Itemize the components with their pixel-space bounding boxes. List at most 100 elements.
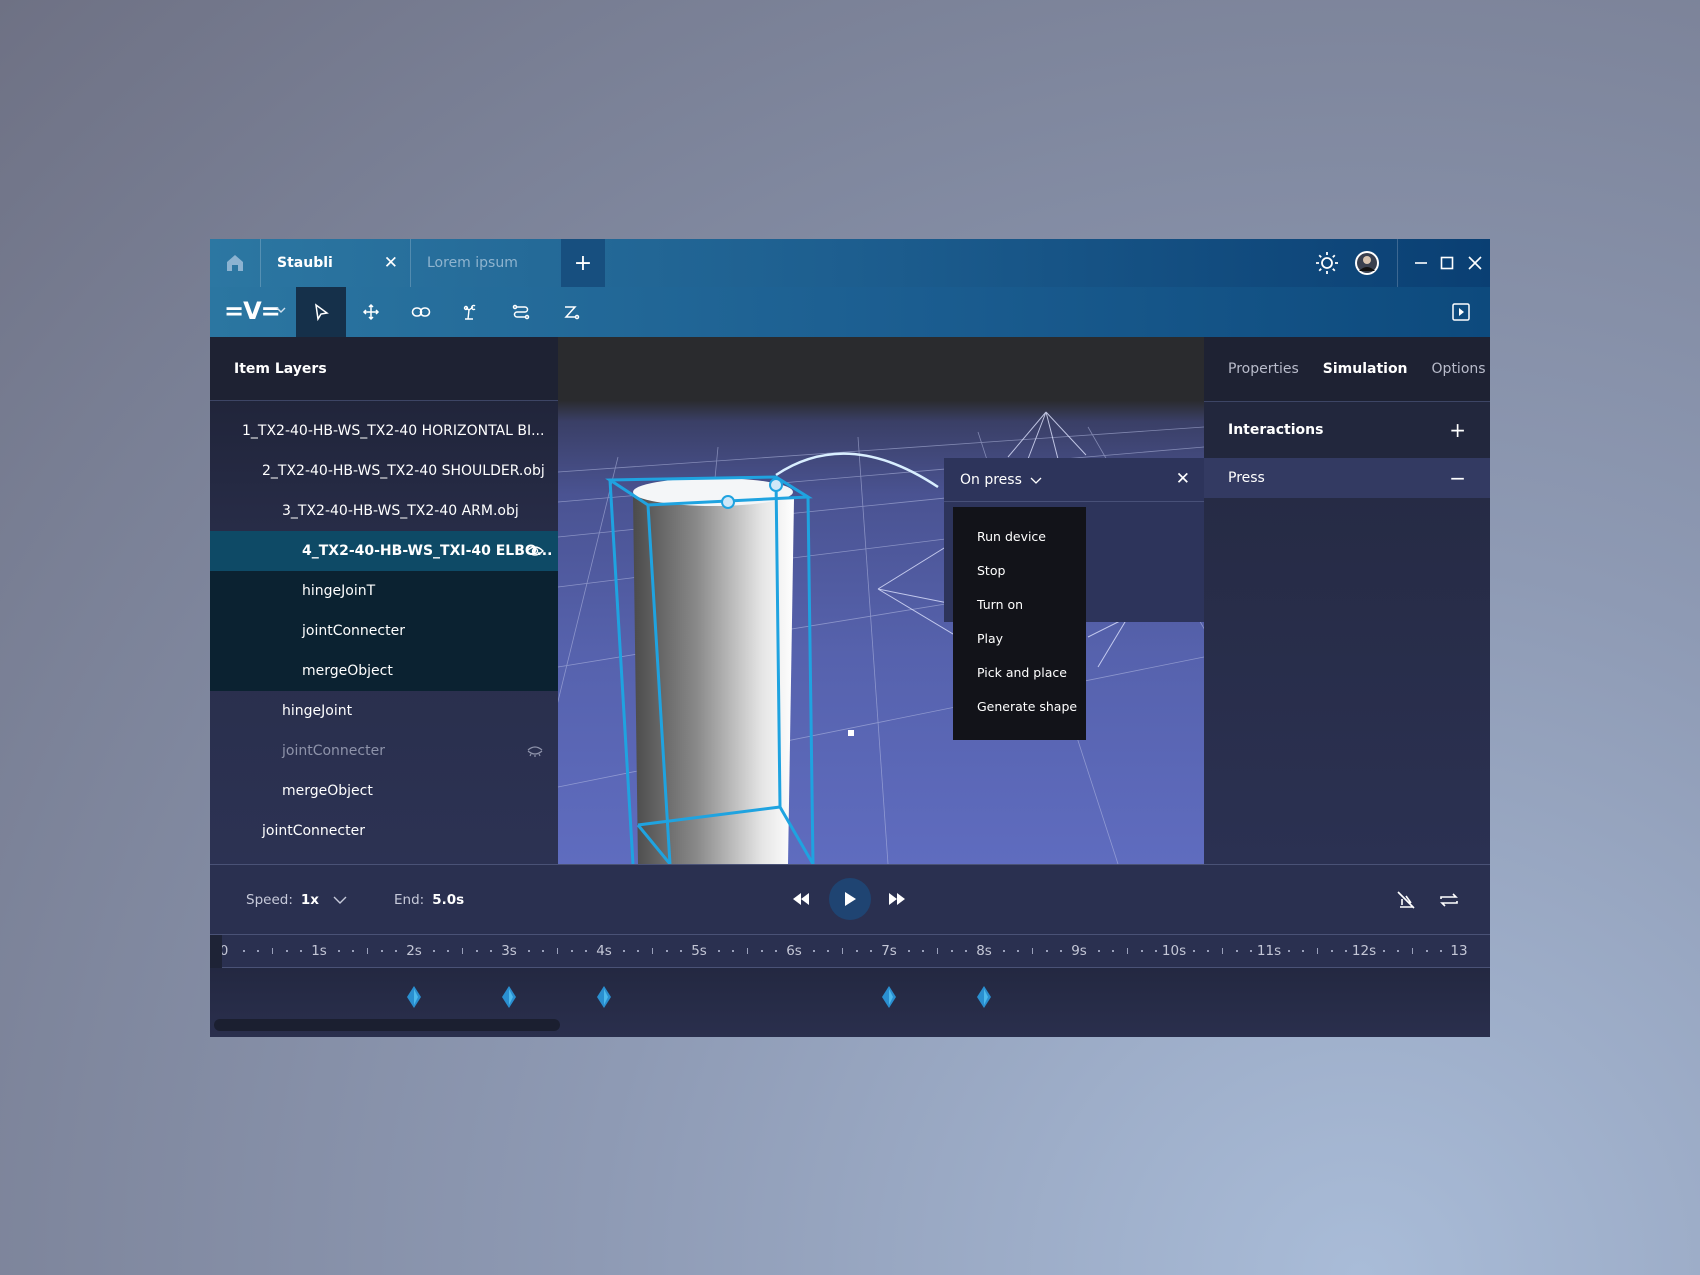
ruler-tick xyxy=(1440,950,1442,952)
layer-item[interactable]: jointConnecter xyxy=(210,811,558,851)
menu-item[interactable]: Turn on xyxy=(953,587,1086,621)
ruler-tick xyxy=(1221,948,1223,954)
layer-label: 2_TX2-40-HB-WS_TX2-40 SHOULDER.obj xyxy=(262,463,545,479)
layer-item[interactable]: 1_TX2-40-HB-WS_TX2-40 HORIZONTAL BI... xyxy=(210,411,558,451)
play-button[interactable] xyxy=(829,878,871,920)
ruler-tick xyxy=(1193,950,1195,952)
disable-recording-icon[interactable] xyxy=(1396,890,1416,910)
layer-label: jointConnecter xyxy=(262,823,365,839)
speed-label: Speed: xyxy=(246,892,293,908)
menu-item[interactable]: Generate shape xyxy=(953,689,1086,723)
ruler-tick xyxy=(718,950,720,952)
end-label: End: xyxy=(394,892,425,908)
timeline-scrollbar[interactable] xyxy=(214,1019,560,1031)
keyframe-marker[interactable] xyxy=(977,986,991,1008)
ruler-tick xyxy=(1235,950,1238,952)
ruler-tick xyxy=(528,950,530,952)
eye-closed-icon[interactable] xyxy=(526,742,544,764)
time-label: 7s xyxy=(881,943,897,959)
sun-icon[interactable] xyxy=(1307,239,1347,287)
layer-label: jointConnecter xyxy=(282,743,385,759)
tab-lorem-ipsum[interactable]: Lorem ipsum xyxy=(411,239,561,287)
play-square-icon[interactable] xyxy=(1452,303,1470,321)
link-tool-button[interactable] xyxy=(396,287,446,337)
close-icon[interactable] xyxy=(1460,239,1490,287)
home-tab[interactable] xyxy=(210,239,261,287)
time-label: 13 xyxy=(1450,943,1468,959)
user-avatar[interactable] xyxy=(1347,239,1387,287)
ruler-tick xyxy=(936,948,938,954)
path-tool-button[interactable] xyxy=(496,287,546,337)
add-interaction-icon[interactable]: + xyxy=(1449,418,1466,442)
layer-item[interactable]: jointConnecter xyxy=(210,731,558,771)
logo-menu-chevron-icon[interactable] xyxy=(276,305,286,315)
ruler-tick xyxy=(1345,950,1347,952)
toolbar: =V= xyxy=(210,287,1490,337)
end-time[interactable]: End: 5.0s xyxy=(394,865,464,935)
ruler-tick xyxy=(680,950,682,952)
ruler-tick xyxy=(841,948,843,954)
eye-icon[interactable] xyxy=(526,542,544,564)
menu-item[interactable]: Stop xyxy=(953,553,1086,587)
loop-icon[interactable] xyxy=(1438,891,1460,909)
close-tab-icon[interactable]: ✕ xyxy=(384,253,398,273)
timeline-ruler[interactable]: 0 1s 2s 3s 4s 5s 6s 7s 8s 9s 10s 11s 12s 13 xyxy=(210,935,1490,968)
rewind-icon[interactable] xyxy=(792,892,810,906)
ruler-tick xyxy=(352,950,355,952)
ruler-tick xyxy=(257,950,260,952)
app-logo: =V= xyxy=(224,297,281,325)
interaction-item[interactable]: Press − xyxy=(1204,458,1490,498)
layer-item[interactable]: mergeObject xyxy=(210,651,558,691)
menu-item[interactable]: Play xyxy=(953,621,1086,655)
ruler-tick xyxy=(746,948,748,954)
ruler-tick xyxy=(623,950,625,952)
tab-simulation[interactable]: Simulation xyxy=(1323,361,1408,377)
close-popup-icon[interactable]: ✕ xyxy=(1176,469,1190,489)
keyframe-marker[interactable] xyxy=(882,986,896,1008)
speed-control[interactable]: Speed: 1x xyxy=(246,865,347,935)
layer-item[interactable]: 3_TX2-40-HB-WS_TX2-40 ARM.obj xyxy=(210,491,558,531)
3d-viewport[interactable]: On press ✕ Run device Stop Turn on Play Pick… xyxy=(558,337,1204,864)
keyframe-marker[interactable] xyxy=(597,986,611,1008)
minimize-icon[interactable] xyxy=(1408,239,1434,287)
trigger-dropdown[interactable]: On press xyxy=(944,458,1204,502)
remove-interaction-icon[interactable]: − xyxy=(1449,466,1466,490)
add-tab-button[interactable]: + xyxy=(561,239,605,287)
layer-item[interactable]: jointConnecter xyxy=(210,611,558,651)
layer-item[interactable]: mergeObject xyxy=(210,771,558,811)
playhead[interactable] xyxy=(210,935,222,968)
layer-item[interactable]: 2_TX2-40-HB-WS_TX2-40 SHOULDER.obj xyxy=(210,451,558,491)
layer-item[interactable]: hingeJoinT xyxy=(210,571,558,611)
ruler-tick xyxy=(813,950,815,952)
fast-forward-icon[interactable] xyxy=(888,892,906,906)
menu-item[interactable]: Pick and place xyxy=(953,655,1086,689)
move-tool-button[interactable] xyxy=(346,287,396,337)
connector-tool-button[interactable] xyxy=(546,287,596,337)
ruler-tick xyxy=(285,950,288,952)
ruler-tick xyxy=(855,950,858,952)
layer-item[interactable]: hingeJoint xyxy=(210,691,558,731)
ruler-tick xyxy=(366,948,368,954)
robot-arm-tool-button[interactable] xyxy=(446,287,496,337)
panel-title: Item Layers xyxy=(210,337,558,401)
layer-label: jointConnecter xyxy=(302,623,405,639)
tab-staubli[interactable]: Staubli ✕ xyxy=(261,239,411,287)
ruler-tick xyxy=(870,950,872,952)
select-tool-button[interactable] xyxy=(296,287,346,337)
tab-label: Lorem ipsum xyxy=(427,255,518,271)
keyframe-marker[interactable] xyxy=(502,986,516,1008)
menu-item[interactable]: Run device xyxy=(953,519,1086,553)
ruler-tick xyxy=(1045,950,1048,952)
time-label: 5s xyxy=(691,943,707,959)
time-label: 9s xyxy=(1071,943,1087,959)
interactions-section: Interactions + xyxy=(1204,402,1490,458)
time-label: 6s xyxy=(786,943,802,959)
layer-item[interactable]: 4_TX2-40-HB-WS_TXI-40 ELBO... xyxy=(210,531,558,571)
ruler-tick xyxy=(1112,950,1115,952)
maximize-icon[interactable] xyxy=(1434,239,1460,287)
tab-properties[interactable]: Properties xyxy=(1228,361,1299,377)
properties-panel: Properties Simulation Options Interactions… xyxy=(1204,337,1490,864)
ruler-tick xyxy=(637,950,640,952)
keyframe-marker[interactable] xyxy=(407,986,421,1008)
tab-options[interactable]: Options xyxy=(1432,361,1486,377)
